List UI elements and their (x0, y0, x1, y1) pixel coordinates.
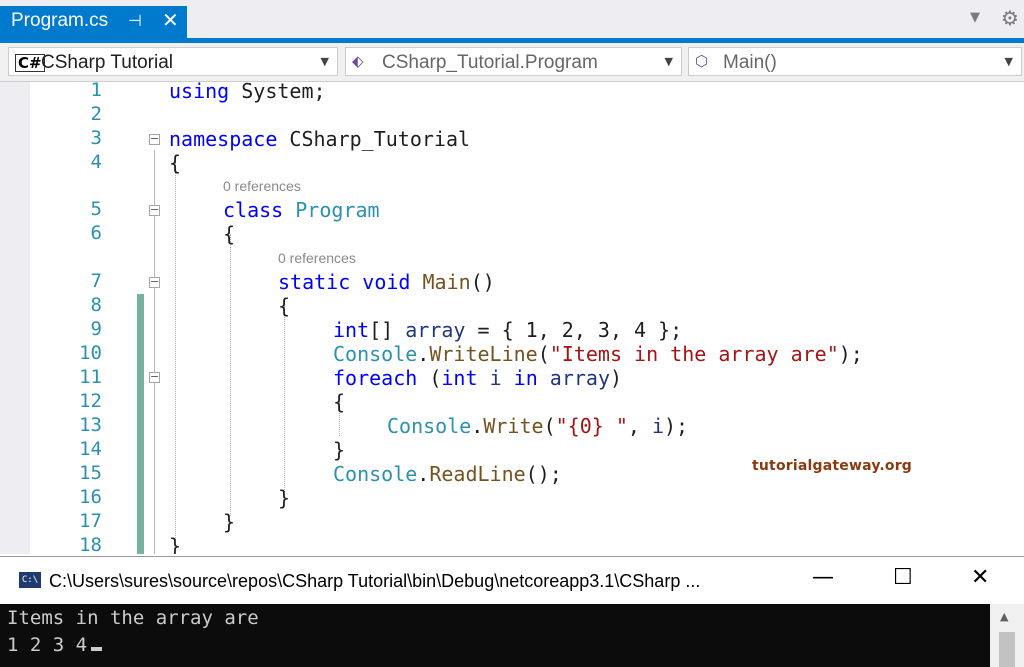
code-text: } (169, 534, 182, 554)
tab-list-dropdown-icon[interactable]: ▼ (970, 10, 980, 25)
console-title-bar[interactable]: C:\ C:\Users\sures\source\repos\CSharp T… (0, 556, 1024, 605)
line-number: 11 (79, 366, 102, 388)
code-line: 6 { (0, 222, 1024, 246)
line-number: 17 (79, 510, 102, 532)
line-number: 7 (90, 270, 102, 292)
method-lock-icon: ⬡ (695, 52, 709, 70)
code-text: class Program (223, 198, 380, 222)
console-app-icon: C:\ (19, 572, 41, 588)
code-line: 5 class Program (0, 198, 1024, 222)
code-line: 16 } (0, 486, 1024, 510)
code-editor[interactable]: − − − − 0 references 0 references 1 usin… (0, 82, 1024, 554)
line-number: 15 (79, 462, 102, 484)
gear-icon[interactable]: ⚙ (1001, 6, 1019, 30)
line-number: 12 (79, 390, 102, 412)
code-text: } (333, 438, 346, 462)
member-dropdown[interactable]: ⬡ Main() ▼ (688, 47, 1022, 76)
code-text: { (333, 390, 346, 414)
code-text: Console.ReadLine(); (333, 462, 562, 486)
line-number: 16 (79, 486, 102, 508)
line-number: 10 (79, 342, 102, 364)
line-number: 6 (90, 222, 102, 244)
class-dropdown[interactable]: ⬖ CSharp_Tutorial.Program ▼ (345, 47, 682, 76)
minimize-button[interactable]: — (812, 565, 834, 590)
console-output-line: 1 2 3 4 (7, 634, 103, 656)
code-line: 8 { (0, 294, 1024, 318)
scroll-up-icon[interactable]: ▲ (1000, 610, 1008, 623)
line-number: 5 (90, 198, 102, 220)
text-cursor (91, 647, 103, 651)
console-output[interactable]: Items in the array are 1 2 3 4 (0, 604, 990, 667)
tab-title: Program.cs (11, 10, 109, 31)
code-text: Console.Write("{0} ", i); (387, 414, 689, 438)
line-number: 4 (90, 151, 102, 173)
code-text: static void Main() (278, 270, 495, 294)
code-text: { (223, 222, 236, 246)
code-line: 7 static void Main() (0, 270, 1024, 294)
code-lines: 1 using System; 2 3 namespace CSharp_Tut… (0, 82, 1024, 554)
close-icon[interactable]: ✕ (162, 8, 179, 32)
navigation-bar: C# CSharp Tutorial ▼ ⬖ CSharp_Tutorial.P… (0, 43, 1024, 82)
code-line: 4 { (0, 151, 1024, 175)
line-number: 8 (90, 294, 102, 316)
document-tab-strip: Program.cs ⊣ ✕ ▼ ⚙ (0, 0, 1024, 43)
console-output-line: Items in the array are (7, 607, 259, 629)
code-line: 18 } (0, 534, 1024, 554)
console-scrollbar[interactable]: ▲ (990, 604, 1024, 667)
code-line: 1 using System; (0, 82, 1024, 103)
member-label: Main() (723, 52, 777, 73)
code-text: Console.WriteLine("Items in the array ar… (333, 342, 863, 366)
code-line: 13 Console.Write("{0} ", i); (0, 414, 1024, 438)
code-text: } (223, 510, 236, 534)
code-line: 3 namespace CSharp_Tutorial (0, 127, 1024, 151)
code-text: using System; (169, 82, 326, 103)
tab-program-cs[interactable]: Program.cs ⊣ ✕ (0, 6, 187, 38)
code-text: } (278, 486, 291, 510)
line-number: 2 (90, 103, 102, 125)
console-title: C:\Users\sures\source\repos\CSharp Tutor… (49, 571, 701, 591)
code-line: 17 } (0, 510, 1024, 534)
class-icon: ⬖ (352, 52, 364, 70)
line-number: 9 (90, 318, 102, 340)
project-label: CSharp Tutorial (41, 52, 174, 73)
code-text: namespace CSharp_Tutorial (169, 127, 471, 151)
class-label: CSharp_Tutorial.Program (382, 52, 598, 73)
code-text: int[] array = { 1, 2, 3, 4 }; (333, 318, 683, 342)
code-text: { (278, 294, 291, 318)
line-number: 14 (79, 438, 102, 460)
code-text: foreach (int i in array) (333, 366, 623, 390)
maximize-button[interactable]: ☐ (893, 565, 913, 590)
line-number: 13 (79, 414, 102, 436)
console-window[interactable]: C:\ C:\Users\sures\source\repos\CSharp T… (0, 556, 1024, 667)
code-line: 9 int[] array = { 1, 2, 3, 4 }; (0, 318, 1024, 342)
close-button[interactable]: ✕ (971, 565, 989, 590)
pin-icon[interactable]: ⊣ (128, 11, 142, 30)
line-number: 1 (90, 82, 102, 101)
code-line: 12 { (0, 390, 1024, 414)
chevron-down-icon: ▼ (1004, 55, 1013, 68)
code-line: 10 Console.WriteLine("Items in the array… (0, 342, 1024, 366)
line-number: 3 (90, 127, 102, 149)
watermark: tutorialgateway.org (752, 458, 913, 474)
line-number: 18 (79, 534, 102, 554)
project-dropdown[interactable]: C# CSharp Tutorial ▼ (8, 47, 338, 76)
code-text: { (169, 151, 182, 175)
scrollbar-thumb[interactable] (999, 632, 1015, 667)
code-line: 2 (0, 103, 1024, 127)
code-line: 11 foreach (int i in array) (0, 366, 1024, 390)
chevron-down-icon: ▼ (664, 55, 673, 68)
chevron-down-icon: ▼ (320, 55, 329, 68)
